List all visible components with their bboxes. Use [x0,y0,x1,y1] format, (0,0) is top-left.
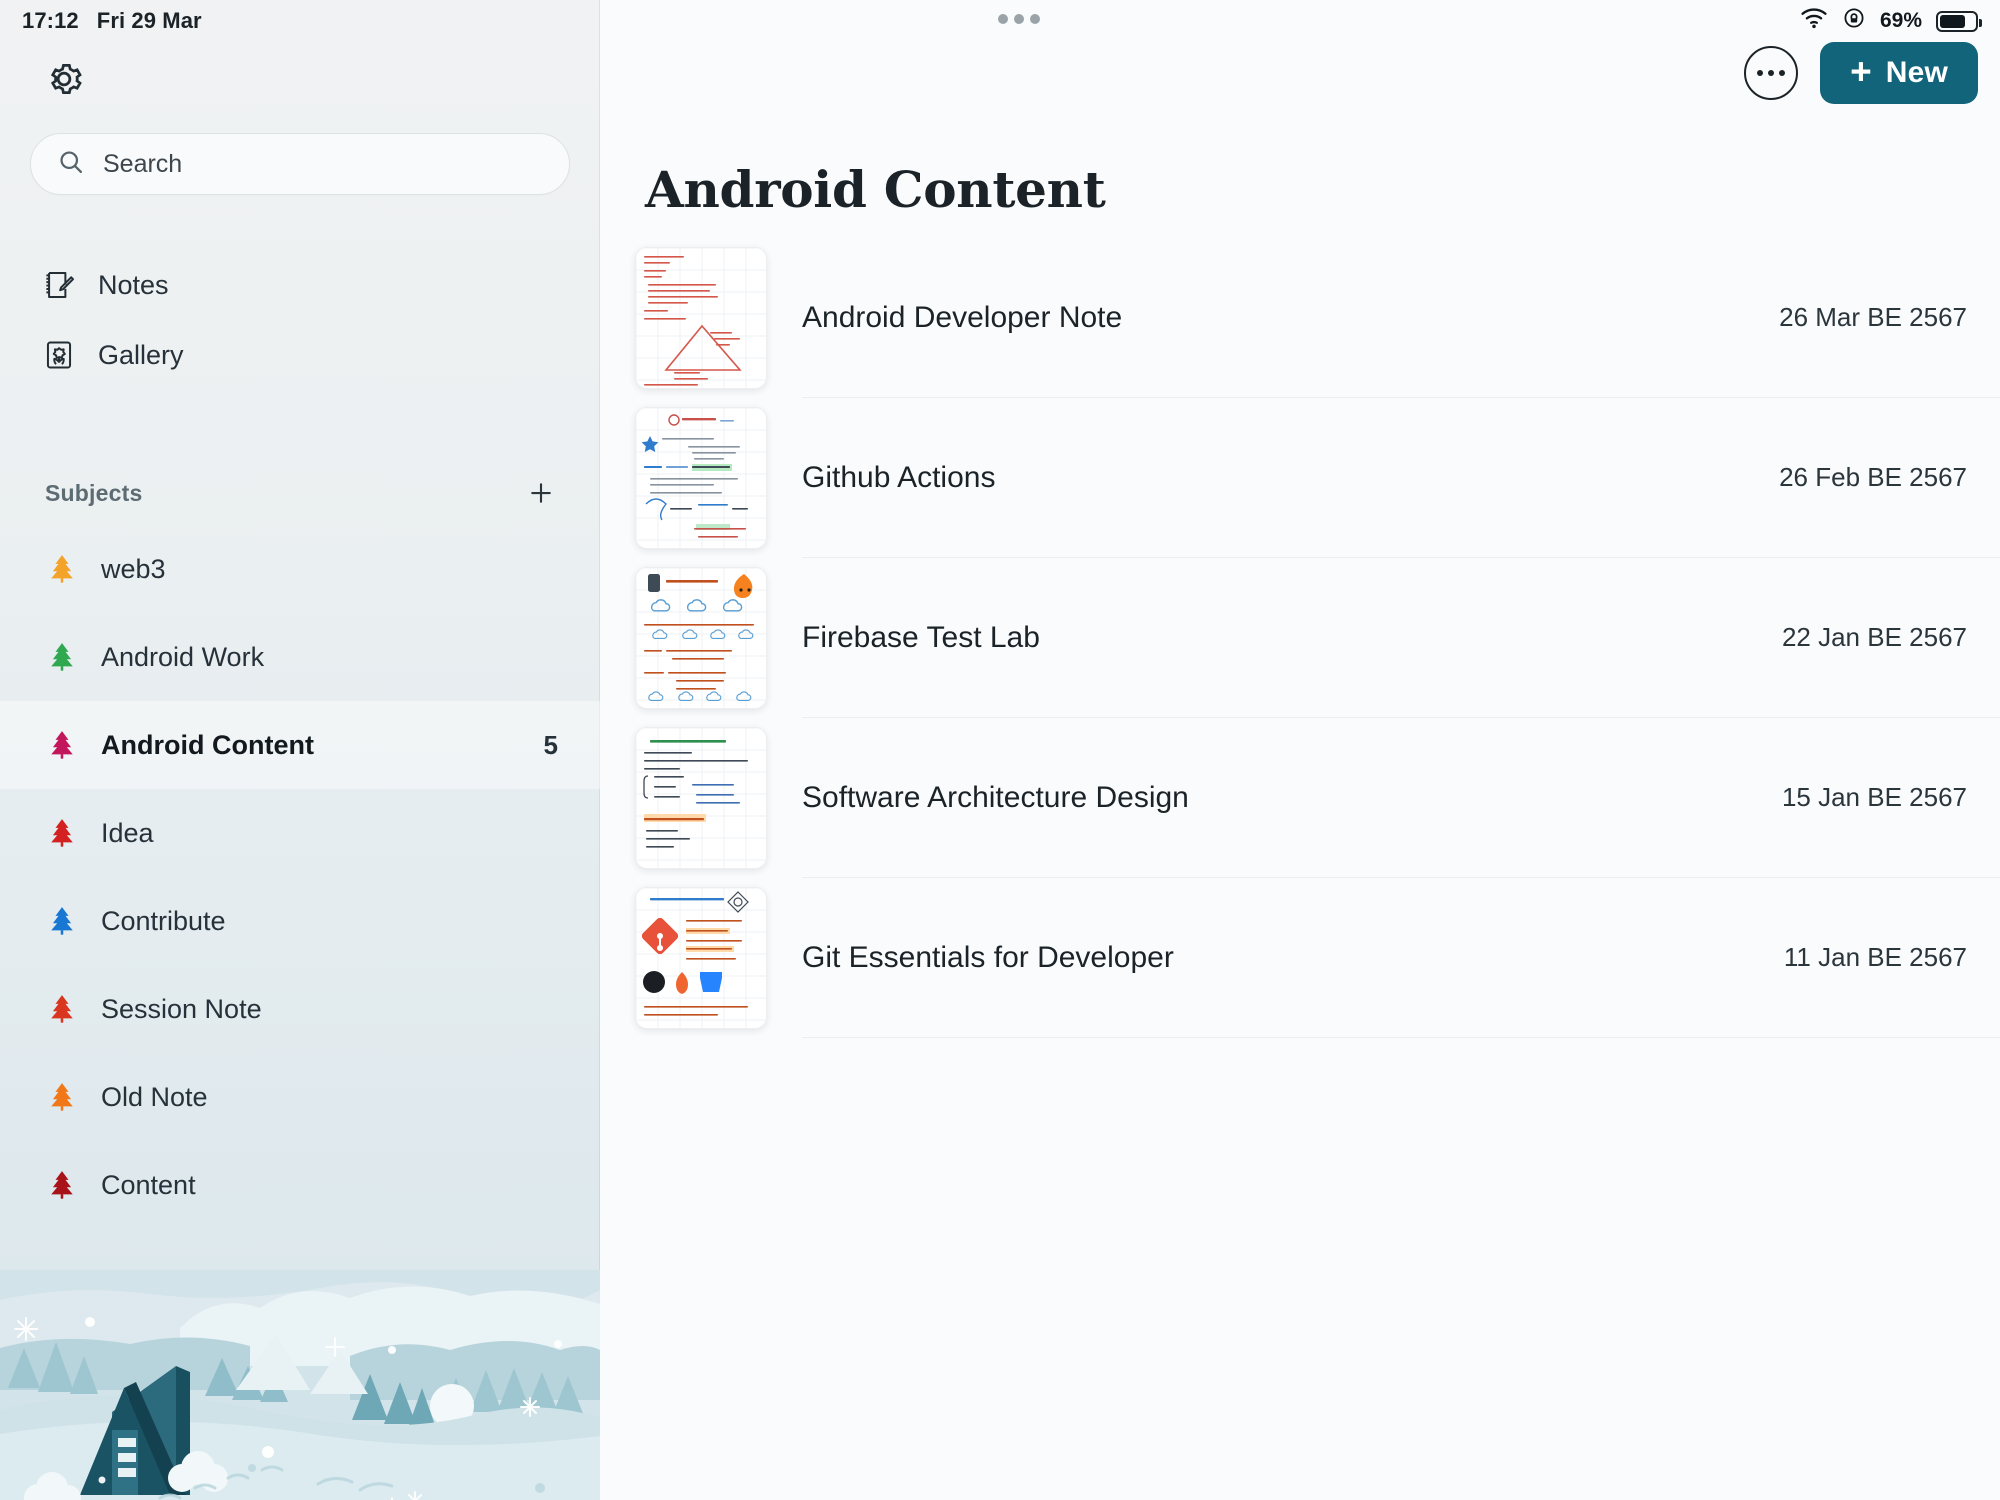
note-thumbnail[interactable] [635,407,767,549]
note-title: Git Essentials for Developer [802,940,1174,974]
tree-icon [45,552,79,586]
note-list-item[interactable]: Github Actions 26 Feb BE 2567 [600,398,2000,558]
sidebar-subject-item[interactable]: Old Note [0,1053,600,1141]
subject-label: Android Work [101,641,265,672]
subject-label: web3 [101,553,166,584]
ellipsis-icon [1779,70,1786,76]
main-toolbar: + New [1744,42,1978,104]
note-list-item[interactable]: Android Developer Note 26 Mar BE 2567 [600,238,2000,398]
subject-label: Android Content [101,729,314,760]
notes-list: Android Developer Note 26 Mar BE 2567 Gith… [600,238,2000,1038]
tree-icon [45,992,79,1026]
tree-icon [45,1168,79,1202]
page-title: Android Content [645,160,1106,219]
sidebar-subject-item[interactable]: Android Work [0,613,600,701]
note-title: Github Actions [802,460,996,494]
note-list-item[interactable]: Git Essentials for Developer 11 Jan BE 25… [600,878,2000,1038]
add-subject-button[interactable] [524,476,558,510]
sidebar-item-label: Notes [98,269,169,300]
search-icon [57,148,85,181]
settings-row [40,55,88,103]
subjects-title: Subjects [45,479,143,506]
note-list-item[interactable]: Software Architecture Design 15 Jan BE 25… [600,718,2000,878]
note-list-item[interactable]: Firebase Test Lab 22 Jan BE 2567 [600,558,2000,718]
app-root: Search Notes Gallery Subjects web3 Andro… [0,0,2000,1500]
sidebar-nav: Notes Gallery [0,250,600,390]
note-date: 26 Mar BE 2567 [1779,302,1967,332]
note-row-body: Github Actions 26 Feb BE 2567 [802,398,2000,558]
note-thumbnail[interactable] [635,247,767,389]
new-button[interactable]: + New [1820,42,1978,104]
note-row-body: Firebase Test Lab 22 Jan BE 2567 [802,558,2000,718]
sidebar-subject-item[interactable]: Session Note [0,965,600,1053]
gallery-flower-icon [42,338,76,372]
note-date: 26 Feb BE 2567 [1779,462,1967,492]
note-title: Firebase Test Lab [802,620,1040,654]
ellipsis-icon [1757,70,1764,76]
note-row-body: Android Developer Note 26 Mar BE 2567 [802,238,2000,398]
tree-icon [45,640,79,674]
tree-icon [45,904,79,938]
subject-label: Contribute [101,905,226,936]
note-row-body: Git Essentials for Developer 11 Jan BE 25… [802,878,2000,1038]
sidebar-subject-item[interactable]: Idea [0,789,600,877]
note-row-body: Software Architecture Design 15 Jan BE 25… [802,718,2000,878]
sidebar-item-gallery[interactable]: Gallery [0,320,600,390]
tree-icon [45,728,79,762]
sidebar-subject-item[interactable]: Contribute [0,877,600,965]
tree-icon [45,1080,79,1114]
note-date: 11 Jan BE 2567 [1783,942,1967,972]
subjects-list: web3 Android Work Android Content 5 Idea Cont… [0,525,600,1229]
subjects-header: Subjects [0,470,600,516]
more-options-button[interactable] [1744,46,1799,100]
sidebar-item-label: Gallery [98,339,184,370]
new-button-label: New [1885,56,1948,89]
sidebar-subject-item[interactable]: Android Content 5 [0,701,600,789]
subject-label: Session Note [101,993,262,1024]
note-date: 22 Jan BE 2567 [1781,622,1967,652]
search-placeholder: Search [103,149,183,178]
note-title: Software Architecture Design [802,780,1189,814]
sidebar-subject-item[interactable]: Content [0,1141,600,1229]
sidebar-item-notes[interactable]: Notes [0,250,600,320]
winter-cabin-illustration [0,1270,600,1500]
subject-label: Idea [101,817,154,848]
plus-icon: + [1850,50,1872,92]
note-date: 15 Jan BE 2567 [1781,782,1967,812]
tree-icon [45,816,79,850]
note-thumbnail[interactable] [635,567,767,709]
subject-count-badge: 5 [543,729,558,760]
ellipsis-icon [1768,70,1775,76]
note-title: Android Developer Note [802,300,1123,334]
subject-label: Old Note [101,1081,208,1112]
main-content: + New Android Content Android Developer … [600,0,2000,1500]
sidebar-subject-item[interactable]: web3 [0,525,600,613]
notebook-pencil-icon [42,268,76,302]
gear-icon[interactable] [40,55,88,103]
search-input[interactable]: Search [30,133,570,195]
note-thumbnail[interactable] [635,887,767,1029]
note-thumbnail[interactable] [635,727,767,869]
subject-label: Content [101,1169,196,1200]
sidebar: Search Notes Gallery Subjects web3 Andro… [0,0,600,1500]
